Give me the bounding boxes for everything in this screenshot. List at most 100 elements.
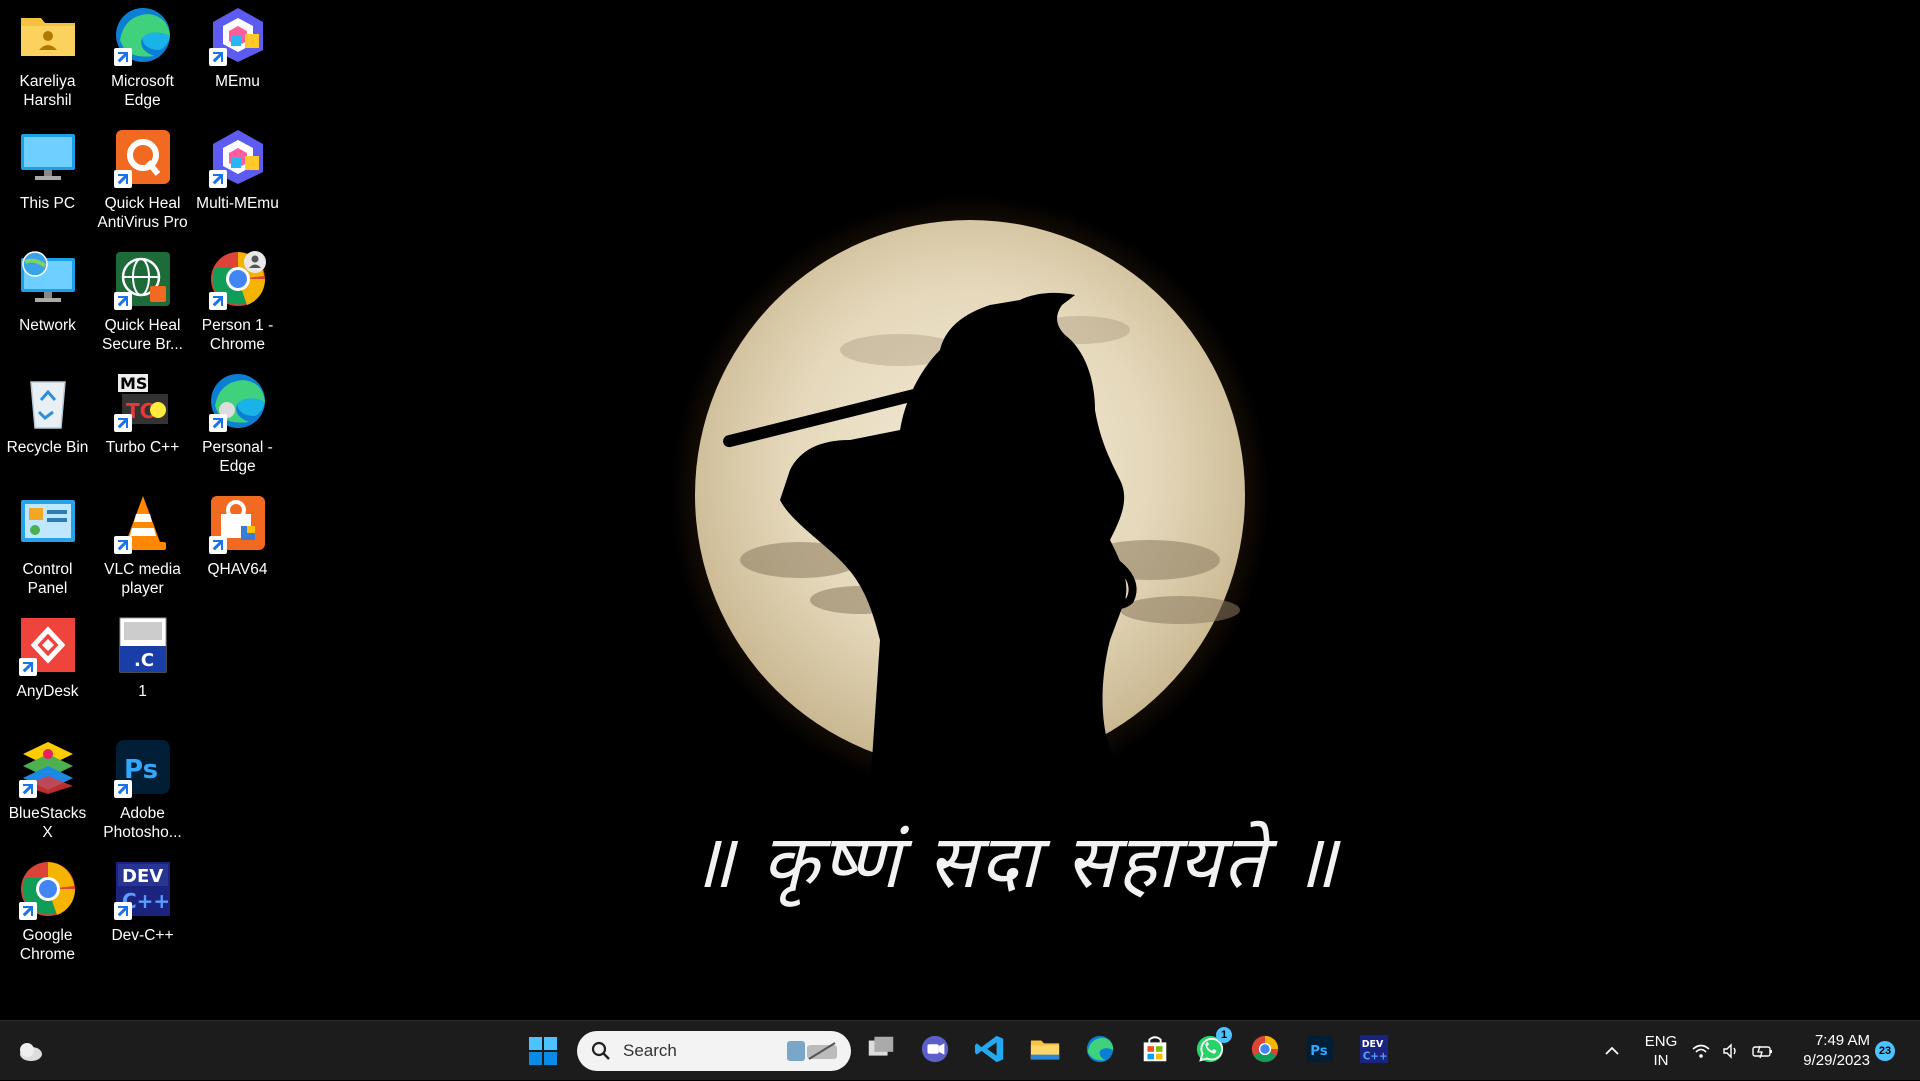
taskbar-app-edge[interactable] — [1078, 1029, 1122, 1073]
shortcut-arrow-icon — [18, 658, 37, 676]
desktop-icon[interactable]: Quick Heal AntiVirus Pro — [95, 122, 190, 244]
desktop-icon[interactable]: Kareliya Harshil — [0, 0, 95, 122]
shortcut-arrow-icon — [113, 780, 132, 798]
volume-icon — [1723, 1043, 1736, 1059]
taskbar-app-microsoft-store[interactable] — [1133, 1029, 1177, 1073]
start-button[interactable] — [521, 1029, 565, 1073]
quickheal-icon — [112, 126, 174, 188]
desktop-icon[interactable]: Google Chrome — [0, 854, 95, 976]
desktop-icon-label: Adobe Photosho... — [103, 805, 182, 841]
edge-profile-icon — [207, 370, 269, 432]
desktop-icon[interactable]: VLC media player — [95, 488, 190, 610]
desktop-icon[interactable]: BlueStacks X — [0, 732, 95, 854]
desktop-icon[interactable]: Ps Adobe Photosho... — [95, 732, 190, 854]
input-language[interactable]: ENG IN — [1640, 1021, 1682, 1081]
desktop-icon[interactable]: QHAV64 — [190, 488, 285, 610]
taskbar-app-vscode[interactable] — [968, 1029, 1012, 1073]
show-hidden-icons-button[interactable] — [1590, 1029, 1634, 1073]
desktop-icon-label: Personal - Edge — [202, 439, 273, 475]
notification-badge[interactable]: 23 — [1875, 1041, 1895, 1061]
devcpp-icon: DEV C++ — [1358, 1033, 1390, 1070]
desktop-icon-label: Google Chrome — [19, 927, 76, 963]
taskbar-app-whatsapp[interactable]: 1 — [1188, 1027, 1232, 1073]
taskbar-app-photoshop[interactable]: Ps — [1298, 1029, 1342, 1073]
shortcut-arrow-icon — [208, 48, 227, 66]
desktop-icon-grid: Kareliya Harshil This PC Network Recycle Bi… — [0, 0, 285, 976]
desktop-icon[interactable]: Network — [0, 244, 95, 366]
shortcut-arrow-icon — [208, 414, 227, 432]
desktop-icon-label: Person 1 - Chrome — [201, 317, 274, 353]
clock[interactable]: 7:49 AM 9/29/2023 — [1790, 1021, 1870, 1081]
svg-text:DEV: DEV — [1362, 1039, 1384, 1050]
anydesk-icon — [17, 614, 79, 676]
battery-icon — [1752, 1045, 1772, 1059]
desktop-icon[interactable]: Person 1 - Chrome — [190, 244, 285, 366]
search-icon — [591, 1041, 610, 1060]
taskbar-app-task-view[interactable] — [859, 1029, 903, 1073]
photoshop-icon: Ps — [112, 736, 174, 798]
shortcut-arrow-icon — [208, 292, 227, 310]
desktop-icon[interactable]: MEmu — [190, 0, 285, 122]
multi-memu-icon — [207, 126, 269, 188]
c-file-icon: .C — [112, 614, 174, 676]
desktop-icon[interactable]: .C 1 — [95, 610, 190, 732]
memu-icon — [207, 4, 269, 66]
desktop-icon-label: BlueStacks X — [8, 805, 87, 841]
desktop-icon[interactable]: DEV C++ Dev-C++ — [95, 854, 190, 976]
devcpp-icon: DEV C++ — [112, 858, 174, 920]
weather-widget[interactable] — [8, 1029, 52, 1073]
desktop-icon[interactable]: Control Panel — [0, 488, 95, 610]
edge-icon — [1084, 1033, 1116, 1070]
lang-region: IN — [1653, 1052, 1669, 1069]
vscode-icon — [974, 1033, 1006, 1070]
shortcut-arrow-icon — [113, 170, 132, 188]
shortcut-arrow-icon — [18, 902, 37, 920]
taskbar-app-devcpp[interactable]: DEV C++ — [1352, 1029, 1396, 1073]
clock-date: 9/29/2023 — [1803, 1052, 1870, 1069]
chrome-icon — [17, 858, 79, 920]
edge-icon — [112, 4, 174, 66]
desktop-icon[interactable]: Personal - Edge — [190, 366, 285, 488]
lang-code: ENG — [1644, 1033, 1678, 1050]
desktop-icon-label: Turbo C++ — [105, 439, 180, 456]
desktop-icon-label: MEmu — [215, 73, 260, 90]
user-folder-icon — [17, 4, 79, 66]
quickheal-browser-icon — [112, 248, 174, 310]
chrome-icon — [1249, 1033, 1281, 1070]
system-status[interactable] — [1692, 1021, 1774, 1081]
control-panel-icon — [17, 492, 79, 554]
turbo-cpp-icon: MS TC — [112, 370, 174, 432]
desktop-icon[interactable]: Recycle Bin — [0, 366, 95, 488]
desktop-icon-label: QHAV64 — [207, 561, 268, 578]
desktop-icon-label: Microsoft Edge — [111, 73, 174, 109]
shortcut-arrow-icon — [113, 292, 132, 310]
svg-text:C++: C++ — [1363, 1050, 1388, 1062]
taskbar-app-file-explorer[interactable] — [1023, 1029, 1067, 1073]
vlc-icon — [112, 492, 174, 554]
shortcut-arrow-icon — [18, 780, 37, 798]
desktop-icon[interactable]: Microsoft Edge — [95, 0, 190, 122]
search-box[interactable]: Search — [577, 1031, 851, 1071]
empty-slot — [190, 732, 285, 854]
teams-chat-icon — [919, 1033, 951, 1070]
task-view-icon — [865, 1033, 897, 1070]
desktop-icon[interactable]: This PC — [0, 122, 95, 244]
chevron-up-icon — [1605, 1046, 1619, 1055]
taskbar-app-teams-chat[interactable] — [913, 1029, 957, 1073]
desktop-icon-label: Kareliya Harshil — [19, 73, 76, 109]
taskbar-app-chrome[interactable] — [1243, 1029, 1287, 1073]
shortcut-arrow-icon — [113, 902, 132, 920]
desktop-icon[interactable]: AnyDesk — [0, 610, 95, 732]
desktop-icon[interactable]: MS TC Turbo C++ — [95, 366, 190, 488]
desktop-icon-label: Control Panel — [22, 561, 73, 597]
photoshop-icon: Ps — [1305, 1034, 1335, 1069]
wallpaper-quote: ॥ कृष्णं सदा सहायते ॥ — [690, 819, 1339, 905]
desktop-icon-label: Quick Heal AntiVirus Pro — [97, 195, 188, 231]
whatsapp-unread-badge: 1 — [1216, 1027, 1232, 1043]
bluestacks-icon — [17, 736, 79, 798]
desktop-icon-label: This PC — [19, 195, 76, 212]
desktop-icon[interactable]: Quick Heal Secure Br... — [95, 244, 190, 366]
desktop-icon[interactable]: Multi-MEmu — [190, 122, 285, 244]
cloud-icon — [20, 1043, 42, 1061]
clock-time: 7:49 AM — [1814, 1032, 1870, 1049]
